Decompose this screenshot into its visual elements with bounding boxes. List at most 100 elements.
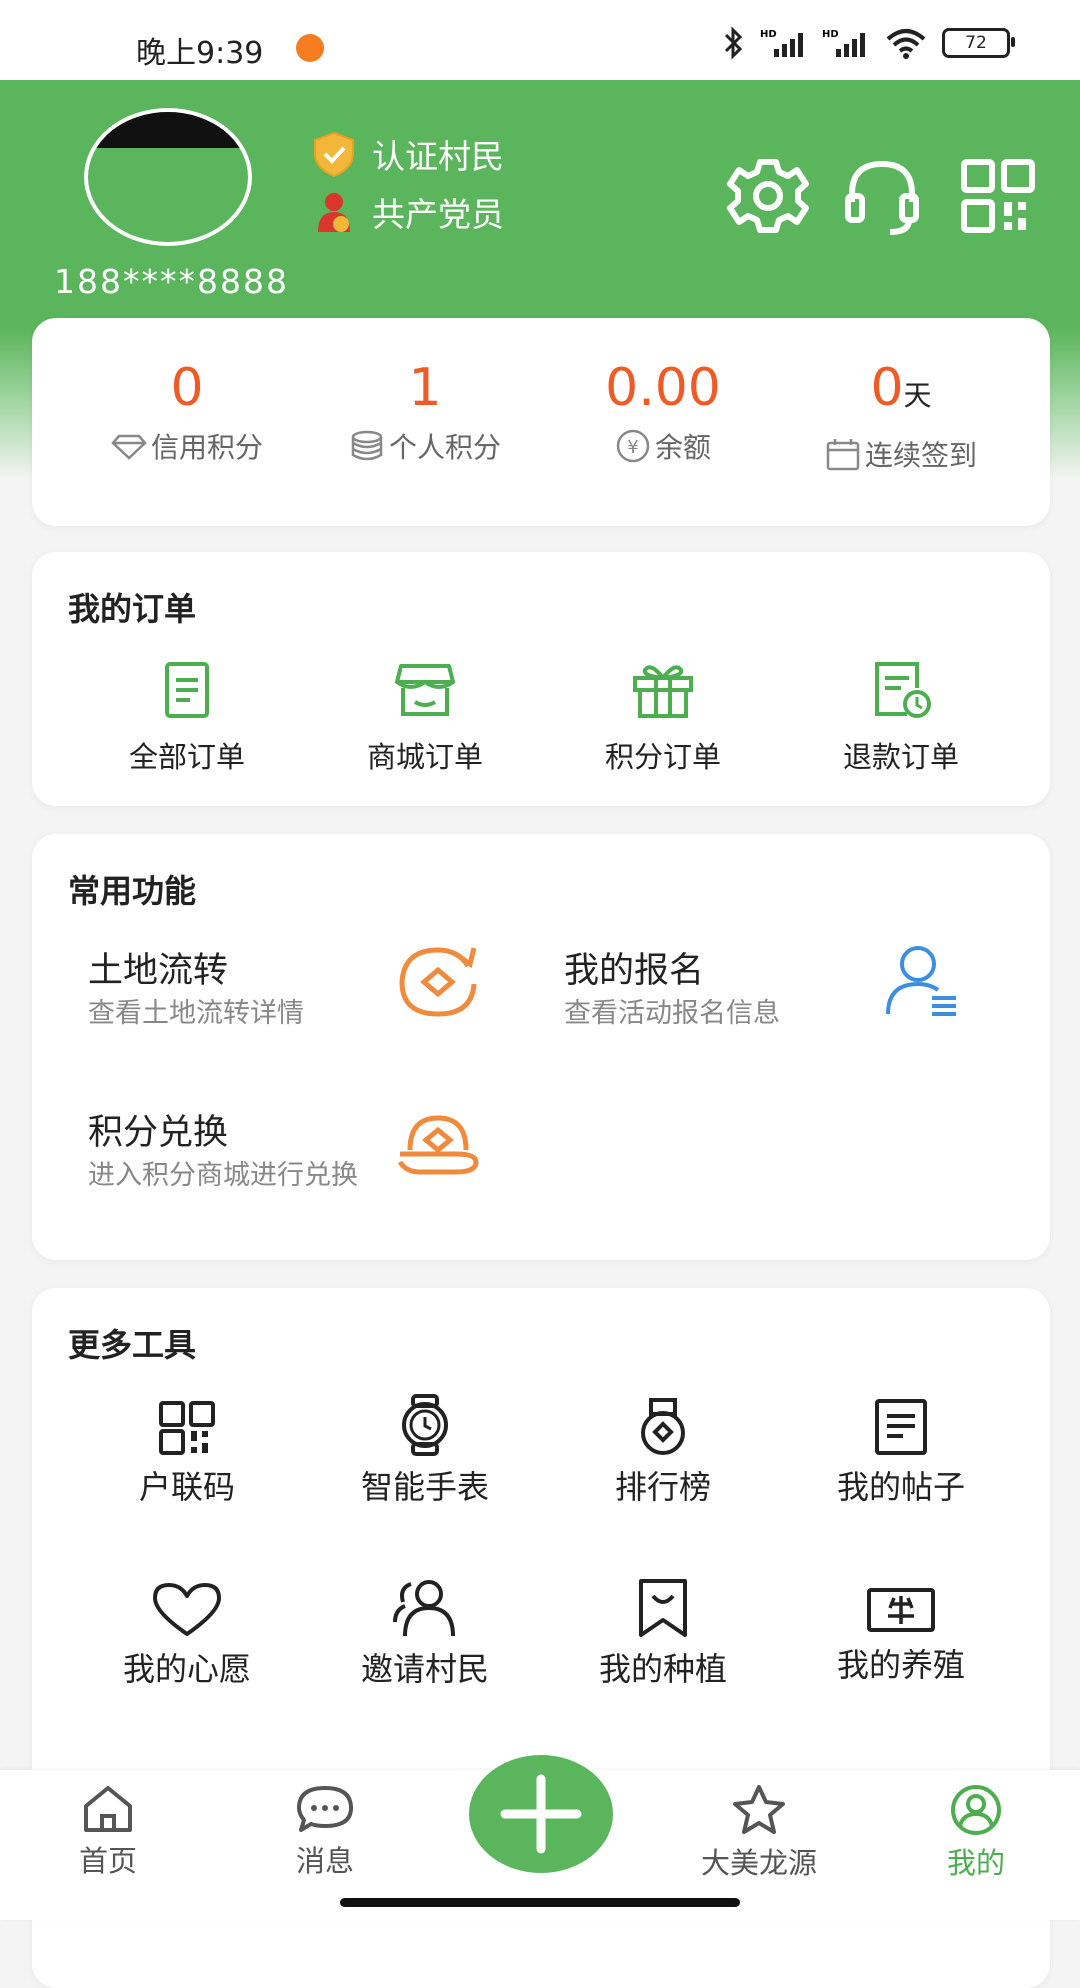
func-title: 我的报名 [564, 951, 705, 991]
status-time: 晚上9:39 [136, 36, 264, 71]
wifi-icon [886, 29, 926, 59]
section-title: 常用功能 [68, 872, 197, 910]
func-subtitle: 查看活动报名信息 [564, 998, 780, 1029]
avatar[interactable] [84, 108, 252, 246]
my-planting-button[interactable]: 我的种植 [544, 1578, 782, 1690]
invite-users-icon [393, 1580, 455, 1637]
my-registration-item[interactable]: 我的报名 查看活动报名信息 [564, 942, 864, 1031]
section-title: 更多工具 [68, 1326, 197, 1364]
points-orders-button[interactable]: 积分订单 [544, 660, 782, 776]
nav-messages[interactable]: 消息 [245, 1784, 405, 1880]
phone-number: 188****8888 [54, 262, 289, 301]
tool-label: 排行榜 [614, 1468, 711, 1506]
nav-label: 我的 [946, 1846, 1005, 1880]
tool-label: 邀请村民 [360, 1650, 489, 1688]
document-icon [165, 662, 209, 718]
orders-card: 我的订单 全部订单 商城订单 积分订单 退款订单 [32, 552, 1050, 806]
tool-label: 智能手表 [360, 1468, 489, 1506]
profile-icon [951, 1785, 1001, 1835]
settings-icon[interactable] [726, 154, 810, 238]
star-icon [733, 1785, 785, 1834]
svg-text:¥: ¥ [627, 437, 638, 458]
signal-icon: HD [822, 29, 865, 57]
all-orders-button[interactable]: 全部订单 [68, 660, 306, 776]
battery-icon: 72 [942, 28, 1015, 58]
svg-text:HD: HD [760, 29, 777, 40]
headset-icon[interactable] [840, 154, 924, 238]
badge-label: 共产党员 [372, 195, 504, 234]
my-wishes-button[interactable]: 我的心愿 [68, 1582, 306, 1690]
land-transfer-item[interactable]: 土地流转 查看土地流转详情 [88, 942, 378, 1031]
coins-icon [351, 430, 383, 461]
plus-icon [500, 1774, 582, 1854]
tool-label: 户联码 [138, 1468, 235, 1506]
party-member-icon [318, 193, 350, 232]
diamond-icon [111, 434, 147, 460]
order-label: 全部订单 [128, 740, 245, 774]
nav-label: 首页 [78, 1844, 137, 1878]
nav-profile[interactable]: 我的 [896, 1784, 1056, 1882]
stat-value: 0.00 [605, 358, 721, 418]
stat-label: 余额 [654, 431, 711, 464]
my-posts-button[interactable]: 我的帖子 [782, 1398, 1020, 1508]
order-label: 商城订单 [366, 740, 483, 774]
user-list-icon[interactable] [884, 944, 962, 1018]
nav-home[interactable]: 首页 [28, 1784, 188, 1880]
home-icon [84, 1786, 132, 1832]
home-indicator [340, 1898, 740, 1907]
status-bar: 晚上9:39 HD HD 72 [0, 0, 1080, 80]
func-subtitle: 查看土地流转详情 [88, 998, 304, 1029]
stats-card: 0 信用积分 1 个人积分 0.00 ¥ 余额 0天 连续签到 [32, 318, 1050, 526]
stat-value: 1 [408, 358, 442, 418]
livestock-icon [867, 1588, 935, 1632]
watch-icon [402, 1394, 448, 1456]
points-exchange-item[interactable]: 积分兑换 进入积分商城进行兑换 [88, 1104, 428, 1193]
status-indicators: HD HD 72 [720, 26, 1015, 60]
heart-icon [153, 1583, 221, 1636]
post-icon [875, 1399, 927, 1455]
notification-app-icon [296, 34, 324, 62]
personal-points-stat[interactable]: 1 个人积分 [306, 358, 544, 466]
shield-check-icon [314, 131, 354, 178]
nav-damei-longyuan[interactable]: 大美龙源 [679, 1784, 839, 1882]
add-button[interactable] [469, 1755, 613, 1873]
gift-icon [633, 665, 693, 718]
exchange-hand-icon[interactable] [396, 1110, 480, 1178]
svg-text:HD: HD [822, 29, 839, 40]
medal-icon [641, 1398, 685, 1455]
refund-orders-button[interactable]: 退款订单 [782, 660, 1020, 776]
household-code-button[interactable]: 户联码 [68, 1400, 306, 1508]
mall-orders-button[interactable]: 商城订单 [306, 660, 544, 776]
section-title: 我的订单 [68, 590, 197, 628]
func-title: 积分兑换 [88, 1113, 229, 1153]
functions-card: 常用功能 土地流转 查看土地流转详情 我的报名 查看活动报名信息 积分兑换 进入… [32, 834, 1050, 1260]
order-label: 退款订单 [842, 740, 959, 774]
my-livestock-button[interactable]: 我的养殖 [782, 1586, 1020, 1686]
order-label: 积分订单 [604, 740, 721, 774]
qrcode-icon [159, 1401, 215, 1455]
land-transfer-icon[interactable] [396, 944, 480, 1018]
stat-label: 连续签到 [864, 439, 977, 472]
nav-label: 消息 [295, 1844, 354, 1878]
credit-points-stat[interactable]: 0 信用积分 [68, 358, 306, 466]
stat-value: 0 [870, 358, 904, 418]
tool-label: 我的种植 [598, 1650, 727, 1688]
checkin-streak-stat[interactable]: 0天 连续签到 [782, 358, 1020, 474]
tool-label: 我的心愿 [122, 1650, 251, 1688]
stat-unit: 天 [903, 379, 932, 412]
balance-stat[interactable]: 0.00 ¥ 余额 [544, 358, 782, 466]
leaderboard-button[interactable]: 排行榜 [544, 1396, 782, 1508]
stat-value: 0 [170, 358, 204, 418]
verified-villager-badge: 认证村民 [310, 130, 504, 178]
smart-watch-button[interactable]: 智能手表 [306, 1394, 544, 1508]
stat-label: 个人积分 [388, 431, 501, 464]
invite-villagers-button[interactable]: 邀请村民 [306, 1578, 544, 1690]
qrcode-icon[interactable] [956, 154, 1040, 238]
tool-label: 我的帖子 [836, 1468, 965, 1506]
func-title: 土地流转 [88, 951, 229, 991]
badge-label: 认证村民 [372, 137, 504, 176]
func-subtitle: 进入积分商城进行兑换 [88, 1160, 358, 1191]
calendar-icon [826, 439, 860, 471]
nav-label: 大美龙源 [700, 1846, 817, 1880]
signal-icon: HD [760, 29, 803, 57]
